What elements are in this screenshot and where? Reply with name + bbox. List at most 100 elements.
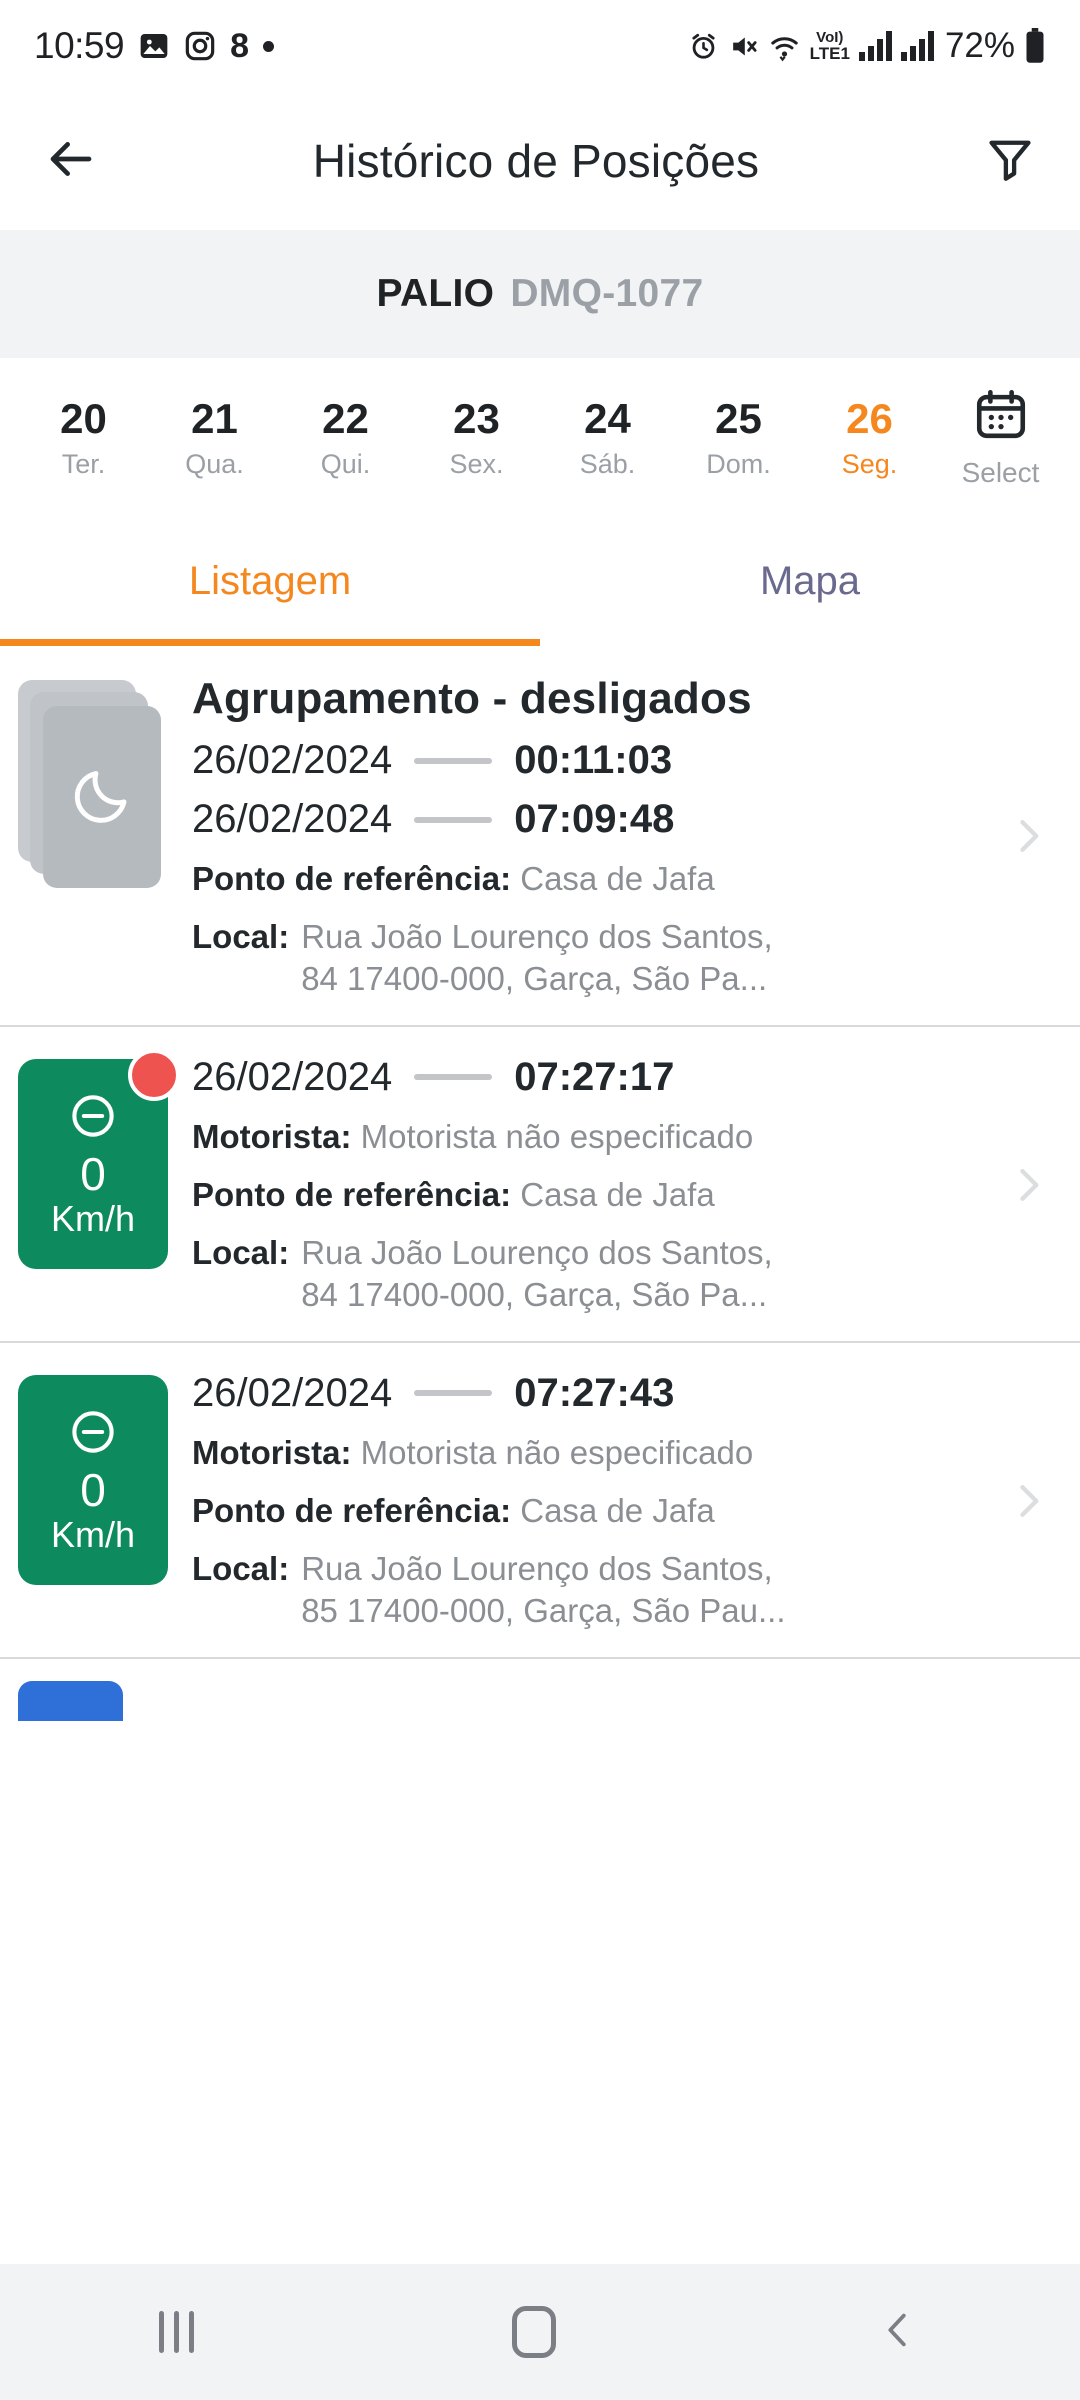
battery-percent: 72% bbox=[944, 26, 1015, 65]
photos-icon bbox=[138, 30, 170, 62]
volte-bottom-label: LTE1 bbox=[809, 44, 850, 63]
day-item-25[interactable]: 25 Dom. bbox=[673, 395, 804, 480]
app-bar: Histórico de Posições bbox=[0, 92, 1080, 230]
status-time: 10:59 bbox=[34, 25, 125, 66]
android-nav-bar bbox=[0, 2264, 1080, 2400]
day-item-24[interactable]: 24 Sáb. bbox=[542, 395, 673, 480]
chevron-right-icon[interactable] bbox=[996, 1053, 1050, 1317]
home-icon[interactable] bbox=[512, 2306, 557, 2358]
day-number: 26 bbox=[846, 394, 893, 442]
reference-point-row: Ponto de referência: Casa de Jafa bbox=[192, 1174, 996, 1216]
day-number: 21 bbox=[191, 394, 238, 442]
back-icon[interactable] bbox=[875, 2307, 921, 2358]
vehicle-name: PALIO bbox=[376, 272, 495, 315]
tab-listagem[interactable]: Listagem bbox=[0, 516, 540, 646]
day-item-23[interactable]: 23 Sex. bbox=[411, 395, 542, 480]
mute-icon bbox=[728, 31, 759, 62]
calendar-icon bbox=[972, 386, 1030, 449]
date-picker-button[interactable]: Select bbox=[935, 386, 1066, 489]
datetime-separator bbox=[414, 1074, 493, 1081]
vehicle-header: PALIO DMQ-1077 bbox=[0, 230, 1080, 358]
day-item-21[interactable]: 21 Qua. bbox=[149, 395, 280, 480]
day-number: 23 bbox=[453, 394, 500, 442]
list-item[interactable]: Agrupamento - desligados 26/02/2024 00:1… bbox=[0, 646, 1080, 1027]
day-label: Sáb. bbox=[579, 448, 636, 479]
circle-minus-icon bbox=[67, 1406, 119, 1463]
battery-icon bbox=[1024, 28, 1046, 64]
status-bar: 10:59 8 VoI) LTE1 72% bbox=[0, 0, 1080, 92]
page-title: Histórico de Posições bbox=[312, 135, 760, 187]
local-line-1: Rua João Lourenço dos Santos, bbox=[301, 1550, 773, 1588]
local-value: Rua João Lourenço dos Santos, 85 17400-0… bbox=[301, 1548, 996, 1632]
day-label: Dom. bbox=[706, 448, 771, 479]
event-date: 26/02/2024 bbox=[192, 1370, 393, 1415]
day-item-20[interactable]: 20 Ter. bbox=[18, 395, 149, 480]
speed-unit: Km/h bbox=[50, 1198, 136, 1240]
driver-label: Motorista: bbox=[192, 1433, 352, 1471]
end-time: 07:09:48 bbox=[514, 797, 675, 841]
list-item-partial[interactable] bbox=[0, 1659, 1080, 1721]
start-time: 00:11:03 bbox=[514, 738, 673, 782]
status-bar-left: 10:59 8 bbox=[34, 25, 275, 67]
local-value: Rua João Lourenço dos Santos, 84 17400-0… bbox=[301, 1232, 996, 1316]
local-label: Local: bbox=[192, 918, 290, 956]
speed-value: 0 bbox=[80, 1464, 106, 1517]
card-content: Agrupamento - desligados 26/02/2024 00:1… bbox=[186, 672, 996, 1001]
card-title: Agrupamento - desligados bbox=[192, 674, 752, 723]
day-label: Qui. bbox=[320, 448, 371, 479]
wifi-icon bbox=[768, 30, 801, 63]
status-bar-right: VoI) LTE1 72% bbox=[688, 26, 1046, 66]
reference-point-row: Ponto de referência: Casa de Jafa bbox=[192, 858, 996, 900]
volte-top-label: VoI) bbox=[816, 29, 844, 46]
local-line-1: Rua João Lourenço dos Santos, bbox=[301, 1234, 773, 1272]
alarm-icon bbox=[688, 31, 719, 62]
driver-value: Motorista não especificado bbox=[360, 1433, 754, 1471]
signal-icon-1 bbox=[858, 31, 892, 61]
local-row: Local: Rua João Lourenço dos Santos, 85 … bbox=[192, 1548, 996, 1632]
position-list[interactable]: Agrupamento - desligados 26/02/2024 00:1… bbox=[0, 646, 1080, 2264]
driver-label: Motorista: bbox=[192, 1117, 352, 1155]
event-time: 07:27:17 bbox=[514, 1054, 675, 1099]
datetime-separator bbox=[414, 816, 493, 823]
local-line-2: 84 17400-000, Garça, São Pa... bbox=[301, 960, 768, 998]
reference-point-value: Casa de Jafa bbox=[520, 1175, 715, 1213]
datetime-row: 26/02/2024 07:27:43 bbox=[192, 1371, 996, 1416]
date-picker-label: Select bbox=[961, 456, 1040, 488]
start-date: 26/02/2024 bbox=[192, 738, 393, 782]
day-item-22[interactable]: 22 Qui. bbox=[280, 395, 411, 480]
day-item-26-selected[interactable]: 26 Seg. bbox=[804, 395, 935, 480]
tab-bar: Listagem Mapa bbox=[0, 516, 1080, 646]
datetime-row: 26/02/2024 07:27:17 bbox=[192, 1055, 996, 1100]
list-item[interactable]: 0 Km/h 26/02/2024 07:27:17 Motorista: Mo… bbox=[0, 1027, 1080, 1343]
day-label: Sex. bbox=[449, 448, 504, 479]
end-date: 26/02/2024 bbox=[192, 797, 393, 841]
chevron-right-icon[interactable] bbox=[996, 672, 1050, 1001]
day-number: 20 bbox=[60, 394, 107, 442]
datetime-separator bbox=[414, 757, 493, 764]
app-screen: 10:59 8 VoI) LTE1 72% Histórico de Posiç… bbox=[0, 0, 1080, 2400]
card-content: 26/02/2024 07:27:17 Motorista: Motorista… bbox=[186, 1053, 996, 1317]
alert-dot-badge bbox=[128, 1048, 180, 1101]
reference-point-value: Casa de Jafa bbox=[520, 860, 715, 897]
local-line-2: 85 17400-000, Garça, São Pau... bbox=[301, 1592, 786, 1630]
volte-icon: VoI) LTE1 bbox=[810, 30, 850, 62]
list-item[interactable]: 0 Km/h 26/02/2024 07:27:43 Motorista: Mo… bbox=[0, 1343, 1080, 1659]
day-number: 24 bbox=[584, 394, 631, 442]
chevron-right-icon[interactable] bbox=[996, 1369, 1050, 1633]
reference-point-label: Ponto de referência: bbox=[192, 1175, 512, 1213]
driver-value: Motorista não especificado bbox=[360, 1117, 754, 1155]
filter-funnel-icon[interactable] bbox=[984, 133, 1036, 190]
local-row: Local: Rua João Lourenço dos Santos, 84 … bbox=[192, 916, 996, 1000]
local-row: Local: Rua João Lourenço dos Santos, 84 … bbox=[192, 1232, 996, 1316]
day-number: 25 bbox=[715, 394, 762, 442]
day-number: 22 bbox=[322, 394, 369, 442]
more-dot-icon bbox=[263, 40, 275, 52]
recents-icon[interactable] bbox=[159, 2311, 195, 2353]
day-label: Ter. bbox=[61, 448, 106, 479]
signal-icon-2 bbox=[900, 31, 934, 61]
tab-mapa[interactable]: Mapa bbox=[540, 516, 1080, 646]
speed-badge-partial bbox=[18, 1680, 123, 1721]
circle-minus-icon bbox=[67, 1090, 119, 1147]
reference-point-label: Ponto de referência: bbox=[192, 860, 512, 897]
day-label: Seg. bbox=[841, 448, 898, 479]
